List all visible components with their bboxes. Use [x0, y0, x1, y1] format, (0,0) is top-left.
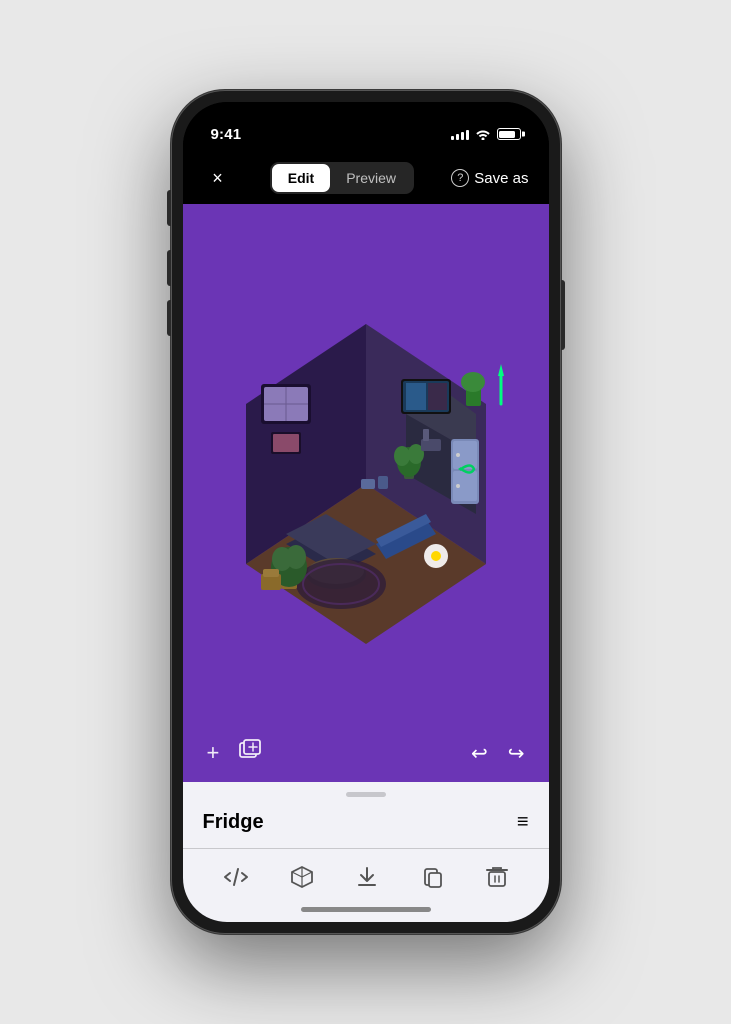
- cube-icon: [290, 865, 314, 889]
- signal-bar-2: [456, 134, 459, 140]
- room-illustration: [206, 284, 526, 644]
- toolbar: × Edit Preview ? Save as: [183, 152, 549, 204]
- status-bar: 9:41: [183, 102, 549, 152]
- view-tabs: Edit Preview: [270, 162, 414, 194]
- signal-bar-1: [451, 136, 454, 140]
- action-left-group: +: [207, 739, 268, 767]
- handle-indicator: [346, 792, 386, 797]
- add-button[interactable]: +: [207, 740, 220, 766]
- tab-edit[interactable]: Edit: [272, 164, 330, 192]
- action-right-group: ↩ ↪: [471, 741, 525, 766]
- copy-icon: [421, 865, 445, 889]
- phone-screen: 9:41 ×: [183, 102, 549, 922]
- download-action-button[interactable]: [355, 865, 379, 889]
- signal-bar-3: [461, 132, 464, 140]
- save-as-button[interactable]: ? Save as: [451, 169, 528, 187]
- object-picker-icon: [239, 739, 267, 761]
- home-bar: [301, 907, 431, 912]
- code-action-button[interactable]: [223, 866, 249, 888]
- 3d-action-button[interactable]: [290, 865, 314, 889]
- status-icons: [451, 128, 521, 140]
- canvas-area[interactable]: [183, 204, 549, 724]
- delete-action-button[interactable]: [486, 865, 508, 889]
- action-bar: + ↩ ↪: [183, 724, 549, 782]
- wifi-icon: [475, 128, 491, 140]
- sheet-title: Fridge: [203, 811, 264, 834]
- status-time: 9:41: [211, 126, 242, 143]
- copy-action-button[interactable]: [421, 865, 445, 889]
- home-indicator: [183, 899, 549, 922]
- sheet-menu-button[interactable]: ≡: [517, 811, 529, 834]
- code-icon: [223, 866, 249, 888]
- help-icon: ?: [451, 169, 469, 187]
- close-button[interactable]: ×: [203, 168, 233, 189]
- notch: [306, 102, 426, 136]
- bottom-sheet: Fridge ≡: [183, 797, 549, 899]
- tab-preview[interactable]: Preview: [330, 164, 412, 192]
- sheet-header: Fridge ≡: [203, 811, 529, 834]
- save-as-label: Save as: [474, 170, 528, 187]
- battery-icon: [497, 128, 521, 140]
- phone-frame: 9:41 ×: [171, 90, 561, 934]
- redo-button[interactable]: ↪: [508, 741, 525, 766]
- signal-bar-4: [466, 130, 469, 140]
- signal-icon: [451, 128, 469, 140]
- download-icon: [355, 865, 379, 889]
- undo-button[interactable]: ↩: [471, 741, 488, 766]
- sheet-handle: [183, 782, 549, 797]
- trash-icon: [486, 865, 508, 889]
- sheet-actions: [203, 849, 529, 899]
- object-picker-button[interactable]: [239, 739, 267, 767]
- battery-fill: [499, 131, 515, 138]
